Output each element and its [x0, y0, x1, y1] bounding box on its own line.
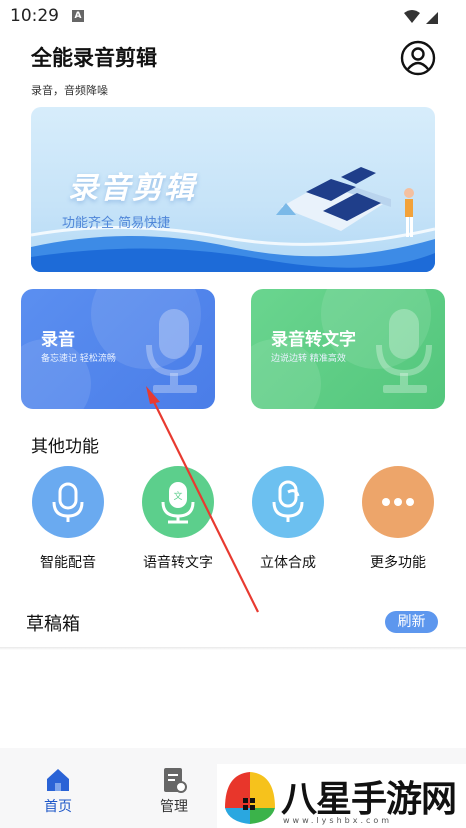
manage-icon [164, 768, 187, 793]
mic-icon [52, 482, 84, 522]
func-circle: 文 [142, 466, 214, 538]
func-more[interactable]: 更多功能 [350, 466, 446, 576]
other-functions-heading: 其他功能 [31, 437, 99, 457]
svg-text:文: 文 [173, 490, 182, 502]
mic-text-icon: 文 [161, 482, 195, 524]
drafts-title: 草稿箱 [26, 614, 80, 635]
record-card-subtitle: 备忘速记 轻松流畅 [41, 354, 116, 364]
func-circle [32, 466, 104, 538]
home-icon [47, 769, 69, 791]
mic-stereo-icon [272, 480, 304, 522]
func-label: 立体合成 [260, 555, 316, 571]
speech-to-text-card[interactable]: 录音转文字 边说边转 精准高效 [251, 289, 445, 409]
profile-icon[interactable] [400, 40, 436, 76]
func-label: 语音转文字 [143, 555, 213, 571]
status-bar: 10:29 A [0, 0, 466, 34]
func-label: 更多功能 [370, 555, 426, 571]
status-time: 10:29 [10, 6, 59, 26]
nav-home[interactable]: 首页 [28, 766, 88, 818]
banner-subtitle: 功能齐全 简易快捷 [62, 216, 171, 231]
record-card[interactable]: 录音 备忘速记 轻松流畅 [21, 289, 215, 409]
nav-home-label: 首页 [44, 799, 72, 815]
nav-manage-label: 管理 [160, 799, 188, 815]
app-title: 全能录音剪辑 [31, 46, 157, 70]
func-circle [252, 466, 324, 538]
func-label: 智能配音 [40, 555, 96, 571]
watermark-logo [225, 772, 275, 824]
func-speech-to-text[interactable]: 文 语音转文字 [130, 466, 226, 576]
app-subtitle: 录音，音频降噪 [31, 84, 108, 97]
func-smart-dubbing[interactable]: 智能配音 [20, 466, 116, 576]
wifi-battery-icon [404, 10, 438, 24]
promo-banner[interactable]: 录音剪辑 功能齐全 简易快捷 [31, 107, 435, 272]
header: 全能录音剪辑 录音，音频降噪 [0, 34, 466, 106]
microphone-icon [376, 309, 432, 393]
speech-to-text-card-title: 录音转文字 [271, 330, 356, 350]
section-divider [0, 647, 466, 650]
banner-title: 录音剪辑 [68, 171, 196, 206]
record-card-title: 录音 [41, 330, 75, 350]
watermark-text: 八星手游网 [281, 779, 457, 820]
speech-to-text-card-subtitle: 边说边转 精准高效 [271, 354, 346, 364]
func-circle [362, 466, 434, 538]
more-icon [382, 498, 414, 506]
microphone-icon [146, 309, 202, 393]
watermark-url: www.lyshbx.com [283, 816, 393, 825]
notification-icon: A [72, 10, 84, 22]
site-watermark: 八星手游网 www.lyshbx.com [217, 764, 466, 828]
refresh-button[interactable]: 刷新 [385, 611, 438, 633]
nav-manage[interactable]: 管理 [144, 766, 204, 818]
func-stereo-synthesis[interactable]: 立体合成 [240, 466, 336, 576]
